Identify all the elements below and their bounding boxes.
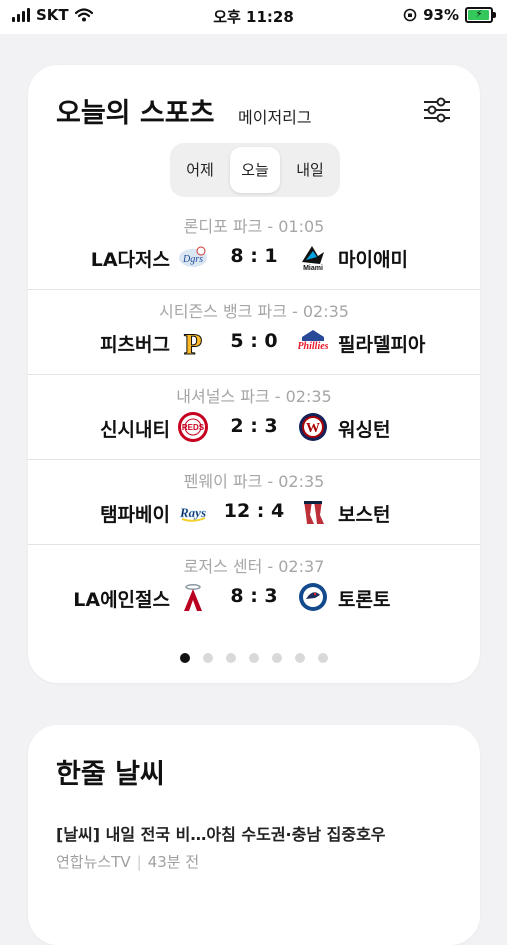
away-team: 마이애미: [338, 249, 408, 271]
filter-settings-icon[interactable]: [422, 95, 452, 125]
redsox-logo-icon: [304, 501, 324, 524]
home-team: LA에인절스: [73, 589, 170, 611]
svg-text:Dgrs: Dgrs: [182, 254, 203, 265]
score: 8 : 1: [230, 245, 278, 267]
home-team: 피츠버그: [100, 334, 170, 356]
page-indicator[interactable]: [28, 653, 480, 663]
svg-text:REDS: REDS: [182, 423, 205, 432]
score: 8 : 3: [230, 585, 278, 607]
marlins-logo-icon: Miami: [302, 246, 324, 272]
away-team: 토론토: [338, 589, 391, 611]
tab-today[interactable]: 오늘: [230, 147, 280, 193]
svg-text:Phillies: Phillies: [298, 341, 328, 352]
tab-tomorrow[interactable]: 내일: [285, 147, 335, 193]
dodgers-logo-icon: Dgrs: [179, 246, 207, 267]
page-dot[interactable]: [318, 653, 328, 663]
day-segmented-control: 어제 오늘 내일: [170, 143, 340, 197]
page-dot[interactable]: [249, 653, 259, 663]
reds-logo-icon: REDS: [178, 412, 208, 442]
home-team: LA다저스: [90, 249, 170, 271]
status-right: 93% ⚡: [403, 6, 496, 24]
svg-text:Miami: Miami: [303, 265, 323, 272]
game-row[interactable]: 펜웨이 파크 - 02:35 탬파베이 Rays 12 : 4 보스턴: [28, 460, 480, 545]
page-dot[interactable]: [226, 653, 236, 663]
sports-title: 오늘의 스포츠: [56, 98, 215, 129]
away-team: 워싱턴: [338, 419, 391, 441]
weather-title: 한줄 날씨: [56, 759, 165, 790]
away-team: 필라델피아: [338, 334, 426, 356]
home-team: 신시내티: [100, 419, 170, 441]
svg-text:P: P: [184, 328, 202, 357]
weather-card: 한줄 날씨 [날씨] 내일 전국 비…아침 수도권·충남 집중호우 연합뉴스TV…: [28, 725, 480, 945]
battery-percent: 93%: [423, 6, 459, 24]
pirates-logo-icon: P: [183, 328, 202, 358]
news-source: 연합뉴스TV: [56, 853, 131, 871]
venue-label: 론디포 파크 - 01:05: [183, 217, 325, 236]
game-row[interactable]: 내셔널스 파크 - 02:35 신시내티 REDS 2 : 3 W 워싱턴: [28, 375, 480, 460]
score: 2 : 3: [230, 415, 278, 437]
news-meta: 연합뉴스TV | 43분 전: [56, 853, 200, 871]
league-label: 메이저리그: [238, 108, 312, 127]
nationals-logo-icon: W: [299, 413, 327, 441]
page-dot[interactable]: [272, 653, 282, 663]
venue-label: 시티즌스 뱅크 파크 - 02:35: [159, 302, 349, 321]
news-headline[interactable]: [날씨] 내일 전국 비…아침 수도권·충남 집중호우: [56, 821, 386, 845]
sports-card: 오늘의 스포츠 메이저리그 어제 오늘 내일 론디포 파크 - 01:05 LA…: [28, 65, 480, 683]
status-bar: SKT 오후 11:28 93% ⚡: [0, 0, 507, 34]
page-dot[interactable]: [203, 653, 213, 663]
svg-text:Rays: Rays: [179, 505, 206, 520]
battery-icon: ⚡: [465, 7, 496, 23]
game-row[interactable]: 로저스 센터 - 02:37 LA에인절스 8 : 3 토론토: [28, 545, 480, 630]
rays-logo-icon: Rays: [179, 505, 206, 522]
game-row[interactable]: 시티즌스 뱅크 파크 - 02:35 피츠버그 P 5 : 0 Phillies…: [28, 290, 480, 375]
venue-label: 로저스 센터 - 02:37: [183, 557, 325, 576]
page-dot[interactable]: [180, 653, 190, 663]
tab-yesterday[interactable]: 어제: [175, 147, 225, 193]
venue-label: 내셔널스 파크 - 02:35: [176, 387, 332, 406]
score: 5 : 0: [230, 330, 278, 352]
angels-logo-icon: [184, 584, 202, 611]
away-team: 보스턴: [338, 504, 391, 526]
bluejays-logo-icon: [299, 583, 327, 611]
venue-label: 펜웨이 파크 - 02:35: [183, 472, 325, 491]
page-dot[interactable]: [295, 653, 305, 663]
score: 12 : 4: [223, 500, 285, 522]
svg-text:W: W: [306, 421, 320, 436]
game-row[interactable]: 론디포 파크 - 01:05 LA다저스 Dgrs 8 : 1 Miami 마이…: [28, 205, 480, 290]
phillies-logo-icon: Phillies: [298, 330, 328, 352]
home-team: 탬파베이: [100, 504, 170, 526]
orientation-lock-icon: [403, 8, 417, 22]
news-time: 43분 전: [147, 853, 200, 871]
